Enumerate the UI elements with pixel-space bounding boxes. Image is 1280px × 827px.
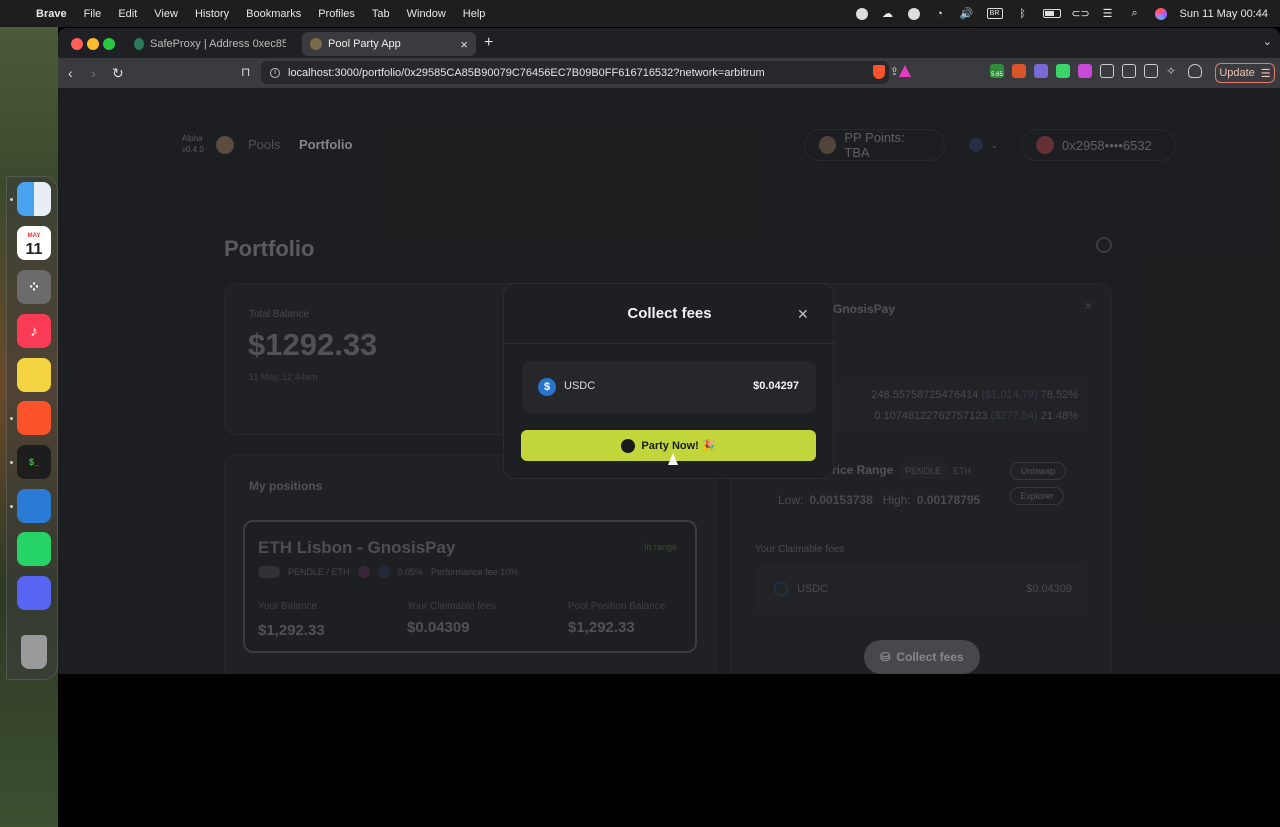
close-icon[interactable]: ✕ bbox=[797, 306, 809, 323]
record-icon[interactable] bbox=[855, 7, 868, 20]
launchpad-icon[interactable]: ⁘ bbox=[17, 270, 51, 304]
timer-icon[interactable]: ◔ bbox=[933, 8, 947, 20]
battery-icon[interactable] bbox=[1042, 9, 1061, 18]
menu-tab[interactable]: Tab bbox=[372, 8, 390, 20]
extension-grid-icon[interactable] bbox=[1056, 64, 1070, 78]
bookmark-icon[interactable]: ⊓ bbox=[241, 65, 250, 79]
link-icon[interactable]: ⊂⊃ bbox=[1071, 8, 1089, 20]
volume-icon[interactable]: 🔊 bbox=[960, 8, 974, 20]
brave-rewards-icon[interactable] bbox=[899, 65, 911, 77]
notes-icon[interactable] bbox=[17, 358, 51, 392]
running-indicator bbox=[10, 198, 13, 201]
mouse-cursor bbox=[668, 453, 678, 465]
tab-title: SafeProxy | Address 0xec85aa8b bbox=[150, 38, 286, 50]
menubar-clock[interactable]: Sun 11 May 00:44 bbox=[1180, 8, 1268, 20]
extensions-area: 5.65 ✧ bbox=[990, 64, 1202, 78]
brave-shields-icon[interactable] bbox=[873, 65, 885, 79]
usdc-icon: $ bbox=[538, 378, 556, 396]
extension-fox-icon[interactable] bbox=[1012, 64, 1026, 78]
menu-bookmarks[interactable]: Bookmarks bbox=[246, 8, 301, 20]
back-icon[interactable]: ‹ bbox=[68, 65, 73, 81]
new-tab-icon[interactable]: + bbox=[484, 34, 493, 52]
menu-bar: Brave File Edit View History Bookmarks P… bbox=[0, 0, 1280, 27]
tab-bar: SafeProxy | Address 0xec85aa8b Pool Part… bbox=[58, 28, 1280, 58]
sidebar-icon[interactable] bbox=[1122, 64, 1136, 78]
menu-file[interactable]: File bbox=[84, 8, 102, 20]
wallet-icon[interactable] bbox=[1144, 64, 1158, 78]
update-button[interactable]: Update ☰ bbox=[1215, 63, 1275, 83]
extension-fish-icon[interactable] bbox=[1034, 64, 1048, 78]
music-icon[interactable]: ♪ bbox=[17, 314, 51, 348]
zoom-window-button[interactable] bbox=[103, 38, 115, 50]
search-icon[interactable]: ⌕ bbox=[1128, 7, 1142, 20]
running-indicator bbox=[10, 417, 13, 420]
close-window-button[interactable] bbox=[71, 38, 83, 50]
siri-icon[interactable] bbox=[1154, 7, 1167, 20]
collect-fees-modal: Collect fees ✕ $ USDC $0.04297 Party Now… bbox=[503, 283, 835, 479]
dock: MAY 11 ⁘ ♪ $_ bbox=[6, 176, 58, 680]
site-info-icon[interactable]: i bbox=[270, 67, 280, 78]
finder-icon[interactable] bbox=[17, 182, 51, 216]
close-tab-icon[interactable]: × bbox=[460, 37, 468, 52]
menu-edit[interactable]: Edit bbox=[118, 8, 137, 20]
party-now-label: Party Now! 🎉 bbox=[641, 440, 716, 452]
chevron-down-icon[interactable]: ⌄ bbox=[1263, 35, 1272, 48]
extensions-puzzle-icon[interactable] bbox=[1100, 64, 1114, 78]
menu-view[interactable]: View bbox=[154, 8, 178, 20]
running-indicator bbox=[10, 505, 13, 508]
fee-token-row: $ USDC $0.04297 bbox=[522, 361, 816, 413]
bluetooth-icon[interactable]: ᛒ bbox=[1016, 8, 1030, 20]
extension-badge-icon[interactable]: 5.65 bbox=[990, 64, 1004, 78]
url-text[interactable]: localhost:3000/portfolio/0x29585CA85B900… bbox=[288, 67, 765, 79]
menu-app-name[interactable]: Brave bbox=[36, 8, 67, 20]
control-center-icon[interactable]: ☰ bbox=[1101, 8, 1115, 20]
menu-history[interactable]: History bbox=[195, 8, 229, 20]
brave-icon[interactable] bbox=[17, 401, 51, 435]
token-name: USDC bbox=[564, 380, 596, 392]
minimize-window-button[interactable] bbox=[87, 38, 99, 50]
discord-icon[interactable] bbox=[17, 576, 51, 610]
vscode-icon[interactable] bbox=[17, 489, 51, 523]
whatsapp-icon[interactable] bbox=[17, 532, 51, 566]
token-amount: $0.04297 bbox=[753, 380, 799, 392]
leo-ai-icon[interactable]: ✧ bbox=[1166, 64, 1180, 78]
menu-profiles[interactable]: Profiles bbox=[318, 8, 355, 20]
keyboard-layout-icon[interactable]: BR bbox=[986, 8, 1003, 19]
safeproxy-favicon-icon bbox=[134, 38, 145, 50]
calendar-icon[interactable]: MAY 11 bbox=[17, 226, 51, 260]
menu-help[interactable]: Help bbox=[463, 8, 486, 20]
tab-title: Pool Party App bbox=[328, 38, 401, 50]
tab-safeproxy[interactable]: SafeProxy | Address 0xec85aa8b bbox=[126, 32, 294, 56]
share-icon[interactable]: ⇪ bbox=[890, 65, 899, 78]
extension-a-icon[interactable] bbox=[1078, 64, 1092, 78]
pool-party-logo-icon bbox=[621, 438, 636, 453]
menu-window[interactable]: Window bbox=[407, 8, 446, 20]
url-bar[interactable]: i localhost:3000/portfolio/0x29585CA85B9… bbox=[261, 61, 899, 84]
running-indicator bbox=[10, 461, 13, 464]
cloud-icon[interactable]: ☁ bbox=[881, 8, 895, 20]
tab-pool-party[interactable]: Pool Party App × bbox=[302, 32, 476, 56]
divider bbox=[504, 343, 835, 344]
trash-icon[interactable] bbox=[21, 635, 47, 669]
hamburger-icon: ☰ bbox=[1260, 67, 1271, 80]
password-icon[interactable] bbox=[907, 7, 920, 20]
terminal-icon[interactable]: $_ bbox=[17, 445, 51, 479]
modal-title: Collect fees bbox=[627, 305, 712, 322]
update-label: Update bbox=[1219, 67, 1255, 79]
forward-icon[interactable]: › bbox=[91, 65, 96, 81]
poolparty-favicon-icon bbox=[310, 38, 322, 50]
vpn-shield-icon[interactable] bbox=[1188, 64, 1202, 78]
reload-icon[interactable]: ↻ bbox=[112, 65, 124, 82]
